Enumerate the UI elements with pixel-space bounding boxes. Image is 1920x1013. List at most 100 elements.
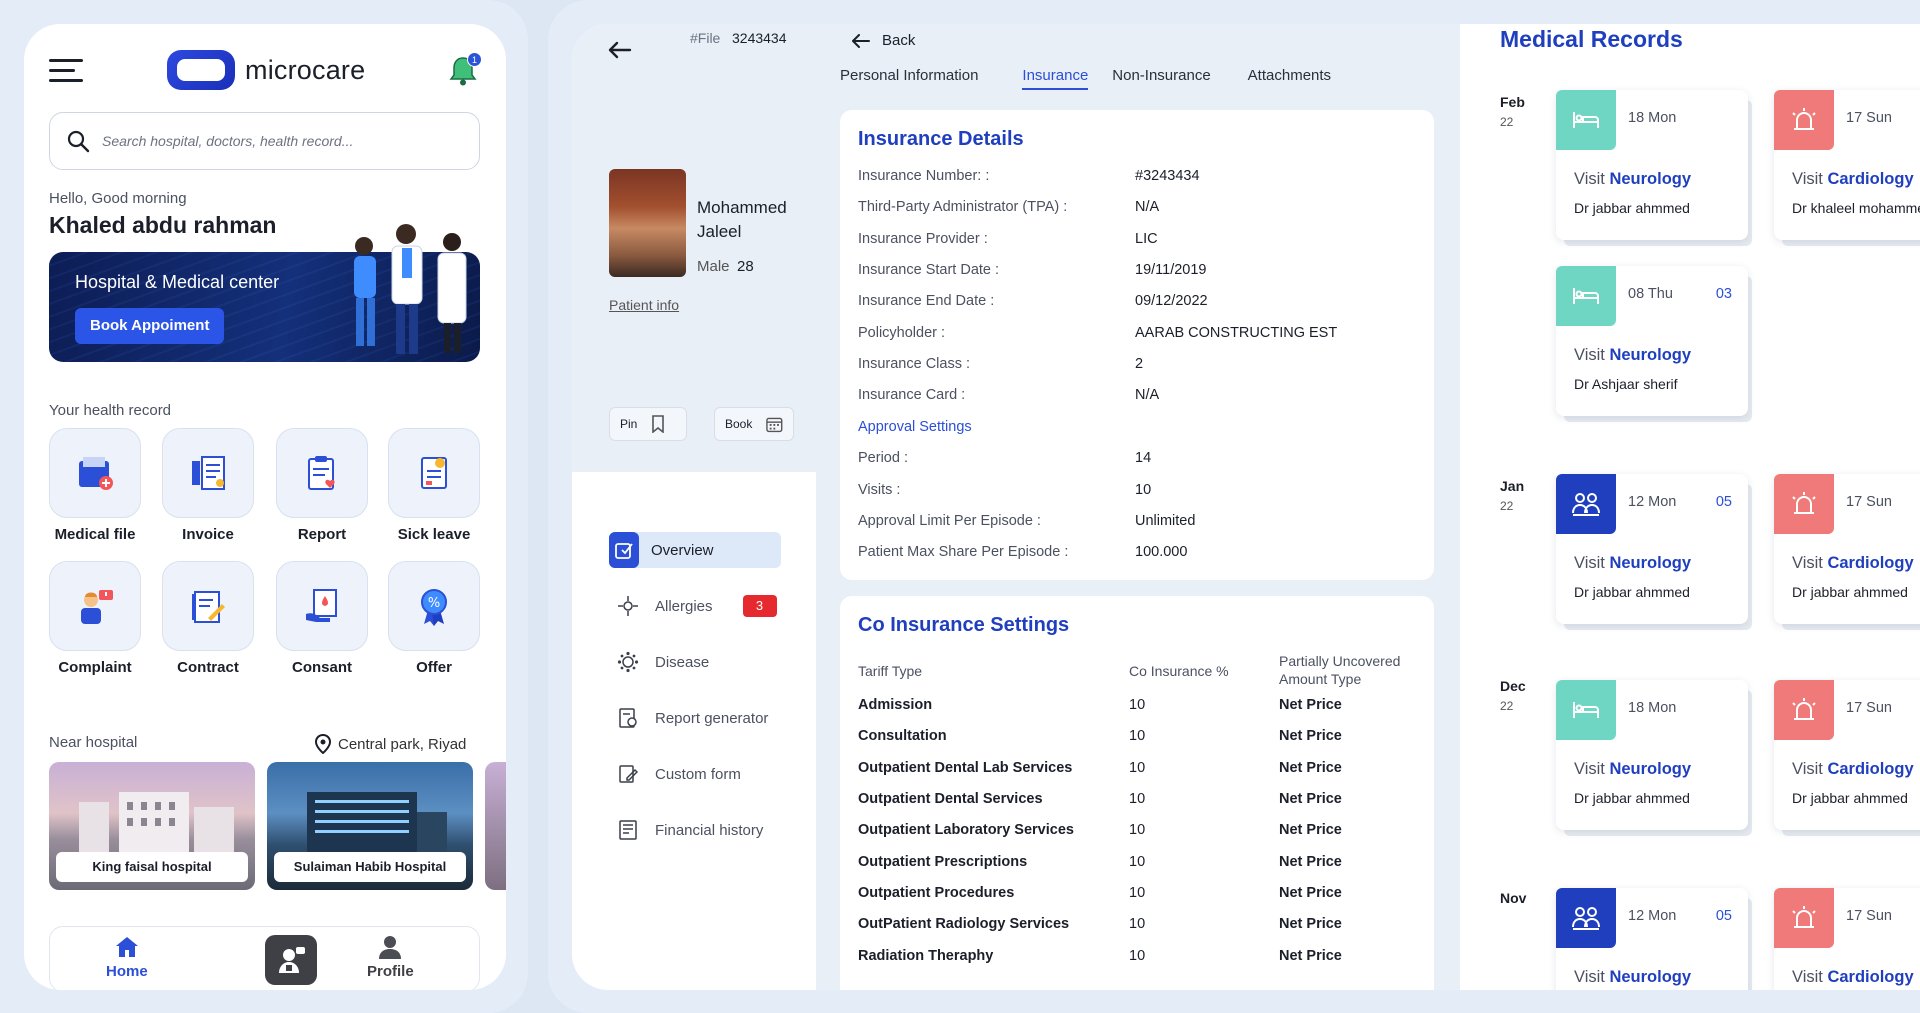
kv-key: Third-Party Administrator (TPA) : xyxy=(858,199,1068,215)
file-number: 3243434 xyxy=(732,30,787,46)
notification-bell-icon[interactable]: 1 xyxy=(446,52,482,88)
sidebar-item-overview[interactable]: Overview xyxy=(609,532,781,568)
kv-value: 10 xyxy=(1135,482,1152,498)
patient-name: Mohammed Jaleel xyxy=(697,198,787,241)
record-date: 18 Mon xyxy=(1628,700,1677,716)
insurance-details-card: Insurance Details Insurance Number: : #32… xyxy=(840,110,1434,580)
hospital-card[interactable]: Sulaiman Habib Hospital xyxy=(267,762,473,890)
record-card[interactable]: 17 Sun Visit Cardiology xyxy=(1774,888,1920,990)
month-year: 22 xyxy=(1500,699,1514,713)
record-card[interactable]: 18 Mon Visit Neurology Dr jabbar ahmmed xyxy=(1556,90,1748,240)
back-label: Back xyxy=(882,32,916,49)
tab-insurance[interactable]: Insurance xyxy=(1022,67,1089,90)
hamburger-menu-icon[interactable] xyxy=(49,59,83,83)
record-card[interactable]: 17 Sun Visit Cardiology Dr khaleel mohamme… xyxy=(1774,90,1920,240)
tile-consent[interactable] xyxy=(276,561,368,651)
back-link[interactable]: Back xyxy=(852,32,915,49)
nav-home[interactable]: Home xyxy=(106,935,148,980)
record-department: Cardiology xyxy=(1827,760,1914,778)
search-box[interactable] xyxy=(49,112,480,170)
tile-report[interactable] xyxy=(276,428,368,518)
invoice-icon xyxy=(192,456,225,490)
kv-value: #3243434 xyxy=(1135,168,1200,184)
tab-non-insurance[interactable]: Non-Insurance xyxy=(1112,67,1210,90)
record-date: 17 Sun xyxy=(1846,908,1892,924)
sidebar-item-disease[interactable]: Disease xyxy=(609,644,781,680)
bookmark-icon xyxy=(652,415,665,433)
approval-settings-link[interactable]: Approval Settings xyxy=(858,419,972,435)
record-doctor: Dr jabbar ahmmed xyxy=(1574,584,1690,600)
table-cell-pct: 10 xyxy=(1129,697,1146,713)
pin-button[interactable]: Pin xyxy=(609,407,687,441)
record-visit: Visit Neurology xyxy=(1574,968,1691,987)
patient-info-link[interactable]: Patient info xyxy=(609,297,679,313)
back-arrow-icon[interactable] xyxy=(608,38,632,66)
tab-attachments[interactable]: Attachments xyxy=(1248,67,1331,90)
table-cell-pct: 10 xyxy=(1129,948,1146,964)
tile-offer[interactable]: % xyxy=(388,561,480,651)
record-date: 18 Mon xyxy=(1628,110,1677,126)
visit-prefix: Visit xyxy=(1574,346,1610,364)
record-card[interactable]: 17 Sun Visit Cardiology Dr jabbar ahmmed xyxy=(1774,474,1920,624)
tab-personal-information[interactable]: Personal Information xyxy=(840,67,978,90)
table-cell-amount: Net Price xyxy=(1279,822,1342,838)
location[interactable]: Central park, Riyad xyxy=(314,734,466,754)
tile-medical-file[interactable] xyxy=(49,428,141,518)
tile-invoice[interactable] xyxy=(162,428,254,518)
tile-label-report: Report xyxy=(297,526,347,543)
kv-key: Visits : xyxy=(858,482,901,498)
sidebar-item-label: Financial history xyxy=(655,821,764,839)
record-card[interactable]: 18 Mon Visit Neurology Dr jabbar ahmmed xyxy=(1556,680,1748,830)
insurance-panel: Back Personal Information Insurance Non-… xyxy=(816,24,1460,990)
home-icon xyxy=(115,937,138,957)
month-label: Feb 22 xyxy=(1500,92,1525,132)
kv-key: Insurance Provider : xyxy=(858,231,988,247)
table-cell-tariff: OutPatient Radiology Services xyxy=(858,916,1070,932)
kv-value: 19/11/2019 xyxy=(1135,262,1207,278)
table-cell-amount: Net Price xyxy=(1279,728,1342,744)
sidebar-item-allergies[interactable]: Allergies 3 xyxy=(609,588,781,624)
sidebar-item-custom-form[interactable]: Custom form xyxy=(609,756,781,792)
kv-value: 14 xyxy=(1135,450,1152,466)
record-card[interactable]: 12 Mon 05 Visit Neurology xyxy=(1556,888,1748,990)
record-card[interactable]: 08 Thu 03 Visit Neurology Dr Ashjaar sherif xyxy=(1556,266,1748,416)
sidebar-item-report-generator[interactable]: Report generator xyxy=(609,700,781,736)
location-pin-icon xyxy=(314,734,332,754)
hospital-card[interactable]: King faisal hospital xyxy=(49,762,255,890)
bottom-nav: Home Profile xyxy=(49,926,480,990)
visit-prefix: Visit xyxy=(1574,170,1610,188)
column-header: Partially Uncovered Amount Type xyxy=(1279,653,1401,687)
record-date: 12 Mon xyxy=(1628,908,1677,924)
insurance-details-title: Insurance Details xyxy=(858,128,1024,150)
tablet-screen: #File 3243434 Mohammed Jaleel Male 28 Pa… xyxy=(572,24,1920,990)
nav-doctor-button[interactable] xyxy=(265,935,317,985)
search-input[interactable] xyxy=(102,133,462,149)
record-doctor: Dr Ashjaar sherif xyxy=(1574,376,1678,392)
record-date: 17 Sun xyxy=(1846,700,1892,716)
co-insurance-title: Co Insurance Settings xyxy=(858,614,1070,636)
emergency-icon xyxy=(1774,888,1834,948)
book-appointment-button[interactable]: Book Appoiment xyxy=(75,308,225,344)
book-button[interactable]: Book xyxy=(714,407,794,441)
hospital-card-partial[interactable] xyxy=(485,762,506,890)
tile-contract[interactable] xyxy=(162,561,254,651)
tile-complaint[interactable] xyxy=(49,561,141,651)
banner-title: Hospital & Medical center xyxy=(75,272,280,292)
patient-age: 28 xyxy=(737,258,754,275)
sick-leave-icon xyxy=(421,457,447,489)
sidebar-item-label: Report generator xyxy=(655,709,769,727)
allergies-count-badge: 3 xyxy=(742,595,777,617)
tile-label-complaint: Complaint xyxy=(58,659,132,676)
kv-key: Period : xyxy=(858,450,908,466)
kv-value: Unlimited xyxy=(1135,513,1196,529)
record-card[interactable]: 12 Mon 05 Visit Neurology Dr jabbar ahmmed xyxy=(1556,474,1748,624)
record-card[interactable]: 17 Sun Visit Cardiology Dr jabbar ahmmed xyxy=(1774,680,1920,830)
tile-sick-leave[interactable] xyxy=(388,428,480,518)
sidebar-item-financial-history[interactable]: Financial history xyxy=(609,812,781,848)
kv-key: Insurance Class : xyxy=(858,356,971,372)
record-date: 17 Sun xyxy=(1846,110,1892,126)
contract-icon xyxy=(192,591,225,623)
record-date: 12 Mon xyxy=(1628,494,1677,510)
kv-value: 2 xyxy=(1135,356,1144,372)
nav-profile[interactable]: Profile xyxy=(367,935,414,980)
